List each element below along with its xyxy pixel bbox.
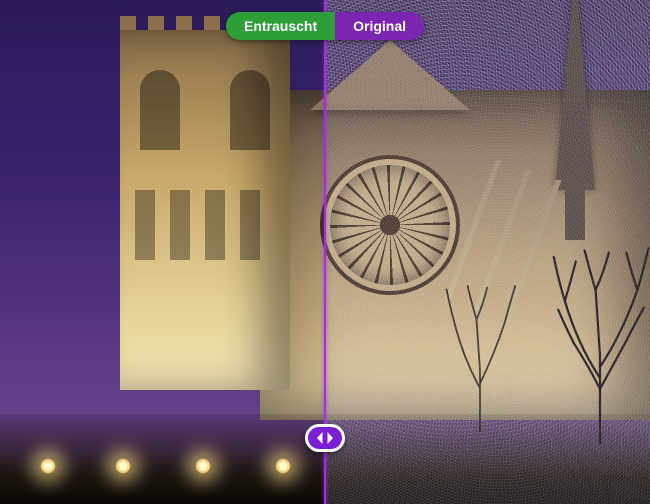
chevron-left-icon [316,432,324,444]
original-label: Original [335,12,424,40]
chevron-right-icon [326,432,334,444]
comparison-labels: Entrauscht Original [226,12,424,40]
processed-label: Entrauscht [226,12,335,40]
comparison-slider-handle[interactable] [305,424,345,452]
before-after-comparison: Entrauscht Original [0,0,650,504]
